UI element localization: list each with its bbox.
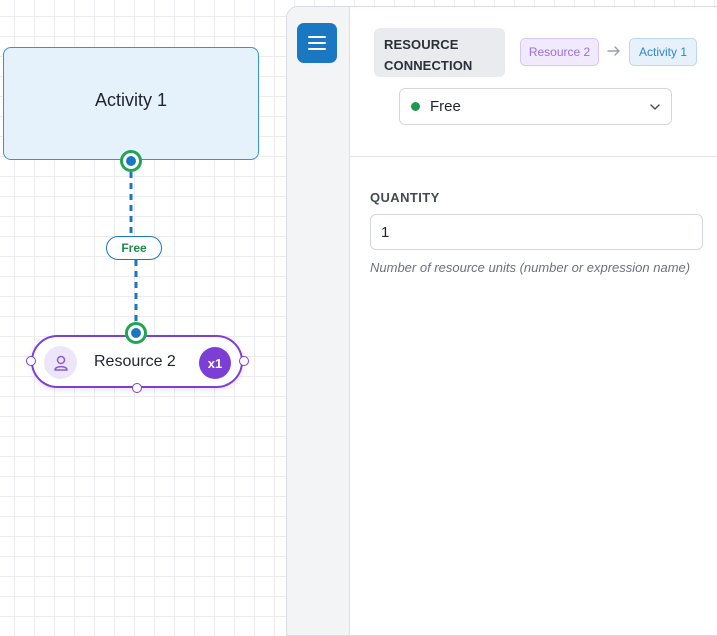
activity-output-port[interactable] — [120, 150, 142, 172]
panel-rail — [287, 7, 350, 635]
status-select[interactable]: Free — [399, 88, 672, 125]
arrow-right-icon — [607, 46, 620, 56]
hamburger-menu-icon — [308, 36, 326, 50]
target-activity-pill[interactable]: Activity 1 — [629, 38, 697, 66]
resource-node-label: Resource 2 — [94, 353, 176, 370]
panel-header: RESOURCE CONNECTION Resource 2 Activity … — [349, 7, 717, 157]
quantity-input[interactable] — [370, 214, 703, 250]
port-dot — [131, 328, 141, 338]
resource-input-port[interactable] — [125, 322, 147, 344]
user-icon — [44, 346, 77, 379]
status-select-value: Free — [430, 98, 461, 115]
source-resource-pill[interactable]: Resource 2 — [520, 38, 599, 66]
type-chip-line1: RESOURCE — [384, 37, 459, 52]
edge-label-text: Free — [121, 241, 147, 255]
resource-right-handle[interactable] — [239, 356, 249, 366]
activity-node-label: Activity 1 — [94, 90, 168, 110]
multiplier-badge: x1 — [199, 347, 231, 379]
status-dot — [411, 102, 420, 111]
type-chip-line2: CONNECTION — [384, 58, 473, 73]
menu-button[interactable] — [297, 23, 337, 63]
quantity-help-text: Number of resource units (number or expr… — [370, 260, 691, 275]
resource-left-handle[interactable] — [26, 356, 36, 366]
quantity-label: QUANTITY — [370, 190, 440, 205]
resource-bottom-handle[interactable] — [132, 383, 142, 393]
panel-body: QUANTITY Number of resource units (numbe… — [349, 157, 717, 635]
connection-type-chip: RESOURCE CONNECTION — [374, 28, 505, 77]
flow-canvas[interactable]: Activity 1 Free Resource 2 x1 — [0, 0, 300, 627]
properties-panel: RESOURCE CONNECTION Resource 2 Activity … — [286, 6, 717, 636]
edge-label[interactable]: Free — [106, 236, 162, 260]
port-dot — [126, 156, 136, 166]
activity-node[interactable]: Activity 1 — [3, 47, 259, 160]
chevron-down-icon — [650, 104, 660, 110]
